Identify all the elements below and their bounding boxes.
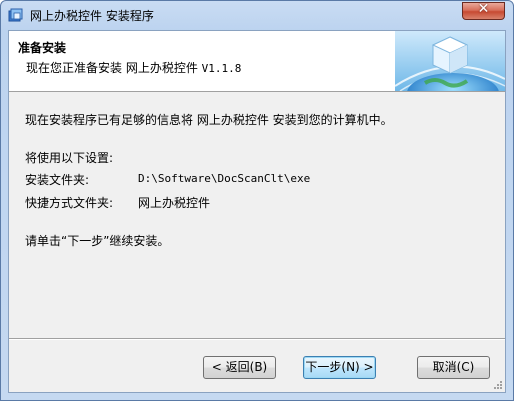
subtitle-text: 现在您正准备安装 网上办税控件 [26, 61, 202, 75]
window-title: 网上办税控件 安装程序 [30, 9, 154, 23]
install-folder-label: 安装文件夹: [25, 173, 90, 187]
resize-grip-icon[interactable] [493, 380, 503, 390]
settings-heading: 将使用以下设置: [25, 151, 114, 165]
page-title: 准备安装 [18, 41, 67, 55]
cube-on-globe-icon [395, 31, 505, 91]
wizard-header: 准备安装 现在您正准备安装 网上办税控件 V1.1.8 [9, 31, 505, 92]
shortcut-folder-value: 网上办税控件 [138, 196, 211, 210]
next-button[interactable]: 下一步(N) > [303, 356, 376, 379]
intro-text: 现在安装程序已有足够的信息将 网上办税控件 安装到您的计算机中。 [25, 113, 393, 127]
version-text: V1.1.8 [201, 62, 242, 75]
button-area-divider [9, 338, 505, 340]
back-button[interactable]: < 返回(B) [203, 356, 276, 379]
close-icon: ✕ [477, 1, 490, 17]
title-bar[interactable]: 网上办税控件 安装程序 ✕ [1, 1, 513, 29]
install-folder-value: D:\Software\DocScanClt\exe [138, 172, 311, 185]
cancel-button[interactable]: 取消(C) [417, 356, 490, 379]
installer-box-icon [8, 8, 23, 22]
page-subtitle: 现在您正准备安装 网上办税控件 V1.1.8 [26, 59, 241, 76]
close-button[interactable]: ✕ [462, 1, 505, 20]
dialog-client-area: 准备安装 现在您正准备安装 网上办税控件 V1.1.8 现在安装程序已有足够的信… [8, 30, 506, 393]
installer-window: 网上办税控件 安装程序 ✕ 准备安装 现在您正准备安装 网上办税控件 V1.1.… [0, 0, 514, 401]
instruction-text: 请单击“下一步”继续安装。 [25, 234, 170, 248]
shortcut-folder-label: 快捷方式文件夹: [25, 196, 114, 210]
